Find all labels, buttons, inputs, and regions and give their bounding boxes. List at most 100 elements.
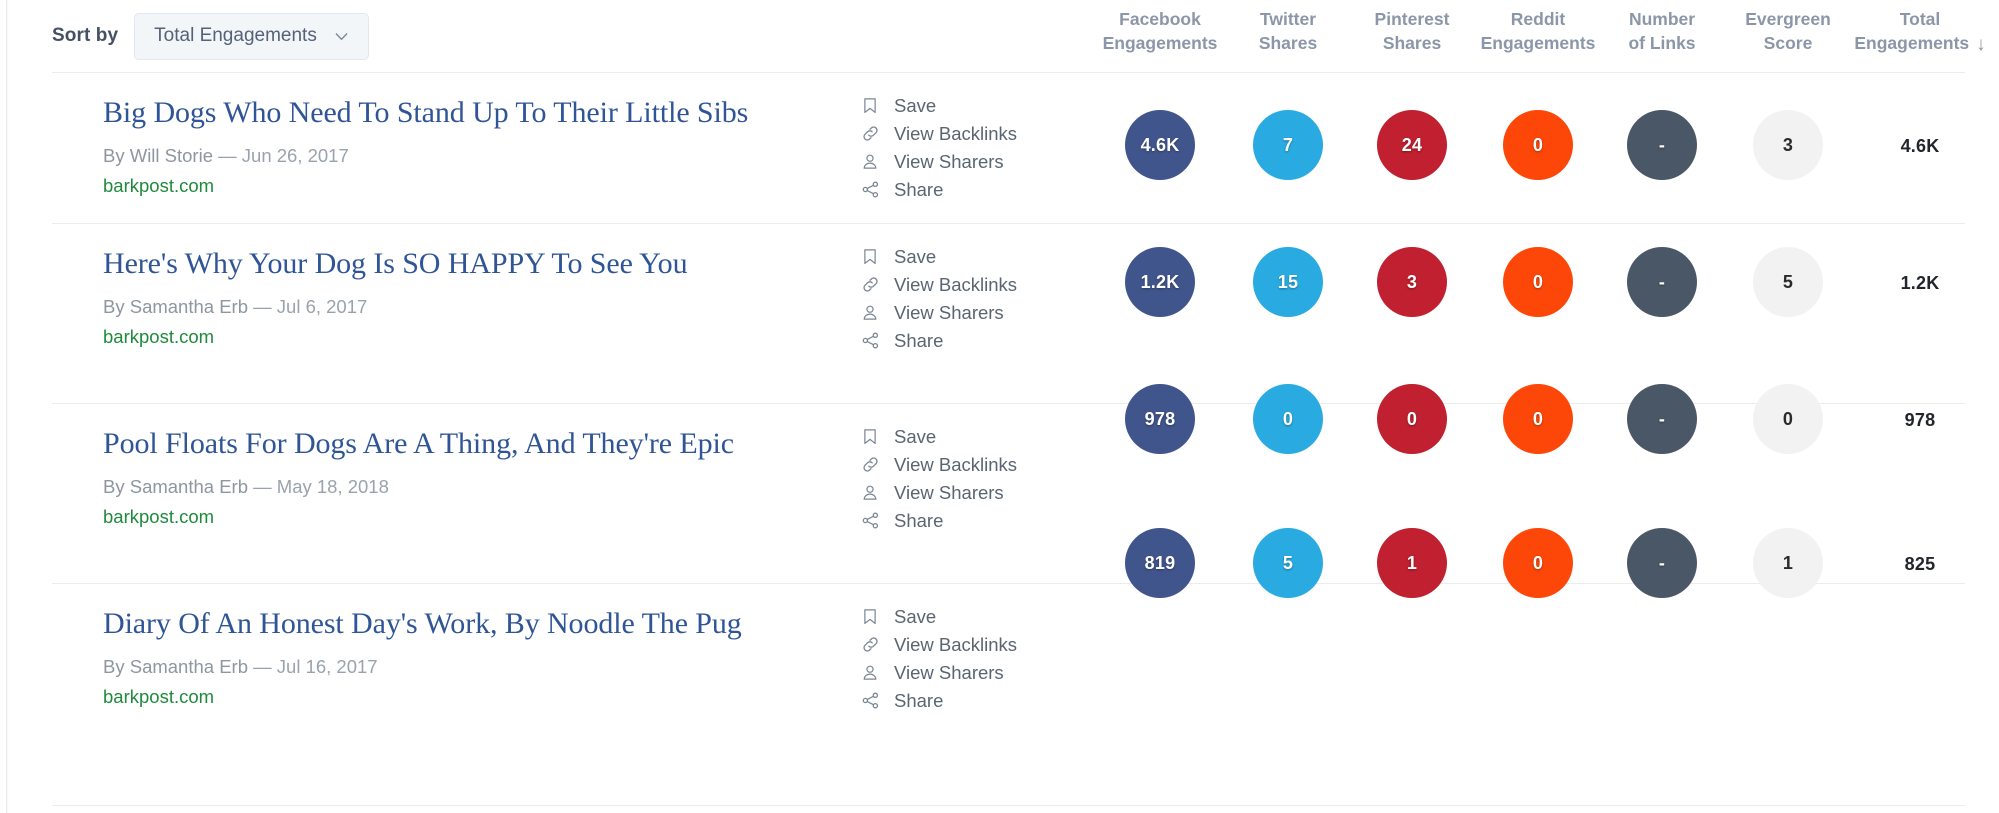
action-label: Save — [894, 245, 937, 267]
metric-links: - — [1627, 384, 1697, 454]
action-view-sharers[interactable]: View Sharers — [861, 301, 1017, 324]
link-icon — [861, 635, 883, 654]
action-label: Share — [894, 509, 944, 531]
column-header-row: Facebook Engagements Twitter Shares Pinteres… — [0, 0, 1999, 72]
action-view-backlinks[interactable]: View Backlinks — [861, 453, 1017, 476]
metric-facebook: 1.2K — [1125, 247, 1195, 317]
metric-pinterest: 24 — [1377, 110, 1447, 180]
byline-separator: — — [248, 476, 277, 497]
article-domain-link[interactable]: barkpost.com — [103, 173, 783, 199]
action-label: Share — [894, 689, 944, 711]
action-label: View Backlinks — [894, 122, 1018, 144]
person-icon — [861, 483, 883, 502]
metric-links: - — [1627, 110, 1697, 180]
row-separator — [52, 805, 1965, 806]
action-view-sharers[interactable]: View Sharers — [861, 661, 1017, 684]
byline-separator: — — [248, 656, 277, 677]
row-action-list: Save View Backlinks View Sharers Share — [861, 605, 1017, 712]
metric-facebook: 4.6K — [1125, 110, 1195, 180]
action-label: Save — [894, 425, 937, 447]
metric-evergreen: 0 — [1753, 384, 1823, 454]
article-title-link[interactable]: Here's Why Your Dog Is SO HAPPY To See Y… — [103, 243, 783, 284]
metric-facebook: 978 — [1125, 384, 1195, 454]
metric-reddit: 0 — [1503, 247, 1573, 317]
result-row: Here's Why Your Dog Is SO HAPPY To See Y… — [0, 223, 1999, 403]
byline-separator: — — [248, 296, 277, 317]
action-view-sharers[interactable]: View Sharers — [861, 150, 1017, 173]
action-view-backlinks[interactable]: View Backlinks — [861, 633, 1017, 656]
metric-total-engagements: 978 — [1904, 410, 1936, 430]
metric-links: - — [1627, 528, 1697, 598]
action-save[interactable]: Save — [861, 425, 1017, 448]
article-info: Pool Floats For Dogs Are A Thing, And Th… — [103, 423, 783, 530]
article-domain-link[interactable]: barkpost.com — [103, 324, 783, 350]
result-row-inner: Big Dogs Who Need To Stand Up To Their L… — [0, 72, 1999, 223]
content-results-panel: Sort by Total Engagements Facebook Engage… — [0, 0, 1999, 813]
action-save[interactable]: Save — [861, 94, 1017, 117]
article-byline: By Will Storie — Jun 26, 2017 — [103, 143, 783, 169]
bookmark-icon — [861, 427, 883, 446]
person-icon — [861, 663, 883, 682]
metric-total-engagements: 825 — [1904, 554, 1936, 574]
action-share[interactable]: Share — [861, 329, 1017, 352]
action-label: View Sharers — [894, 301, 1004, 323]
action-save[interactable]: Save — [861, 605, 1017, 628]
metric-reddit: 0 — [1503, 110, 1573, 180]
metric-twitter: 5 — [1253, 528, 1323, 598]
metric-pinterest: 0 — [1377, 384, 1447, 454]
action-share[interactable]: Share — [861, 689, 1017, 712]
column-header-line1: Total — [1899, 9, 1941, 29]
byline-separator: — — [213, 145, 242, 166]
action-label: View Backlinks — [894, 273, 1018, 295]
article-author: By Will Storie — [103, 145, 213, 166]
bookmark-icon — [861, 607, 883, 626]
article-byline: By Samantha Erb — May 18, 2018 — [103, 474, 783, 500]
action-view-backlinks[interactable]: View Backlinks — [861, 273, 1017, 296]
action-label: View Sharers — [894, 481, 1004, 503]
action-share[interactable]: Share — [861, 178, 1017, 201]
article-domain-link[interactable]: barkpost.com — [103, 504, 783, 530]
metric-twitter: 0 — [1253, 384, 1323, 454]
action-save[interactable]: Save — [861, 245, 1017, 268]
column-header-line2: Engagements ↓ — [1810, 31, 1999, 56]
article-date: May 18, 2018 — [276, 476, 389, 497]
article-info: Diary Of An Honest Day's Work, By Noodle… — [103, 603, 783, 710]
column-header-line2-text: Engagements — [1854, 33, 1970, 53]
bookmark-icon — [861, 96, 883, 115]
action-share[interactable]: Share — [861, 509, 1017, 532]
article-title-link[interactable]: Diary Of An Honest Day's Work, By Noodle… — [103, 603, 783, 644]
article-byline: By Samantha Erb — Jul 16, 2017 — [103, 654, 783, 680]
person-icon — [861, 152, 883, 171]
article-domain-link[interactable]: barkpost.com — [103, 684, 783, 710]
action-label: View Backlinks — [894, 453, 1018, 475]
results-toolbar: Sort by Total Engagements Facebook Engage… — [0, 0, 1999, 72]
article-title-link[interactable]: Big Dogs Who Need To Stand Up To Their L… — [103, 92, 783, 133]
row-action-list: Save View Backlinks View Sharers Share — [861, 425, 1017, 532]
metric-facebook: 819 — [1125, 528, 1195, 598]
metric-evergreen: 3 — [1753, 110, 1823, 180]
article-date: Jul 16, 2017 — [276, 656, 378, 677]
action-view-backlinks[interactable]: View Backlinks — [861, 122, 1017, 145]
row-action-list: Save View Backlinks View Sharers Share — [861, 245, 1017, 352]
result-row-inner: Pool Floats For Dogs Are A Thing, And Th… — [0, 384, 1999, 583]
result-row: Pool Floats For Dogs Are A Thing, And Th… — [0, 384, 1999, 583]
share-icon — [861, 691, 883, 710]
article-author: By Samantha Erb — [103, 656, 248, 677]
article-author: By Samantha Erb — [103, 476, 248, 497]
share-icon — [861, 331, 883, 350]
column-header-total[interactable]: Total Engagements ↓ — [1810, 7, 1999, 56]
metric-pinterest: 3 — [1377, 247, 1447, 317]
metric-reddit: 0 — [1503, 384, 1573, 454]
result-row: Diary Of An Honest Day's Work, By Noodle… — [0, 528, 1999, 805]
result-row-inner: Here's Why Your Dog Is SO HAPPY To See Y… — [0, 223, 1999, 403]
share-icon — [861, 511, 883, 530]
action-label: View Sharers — [894, 150, 1004, 172]
metric-twitter: 15 — [1253, 247, 1323, 317]
action-view-sharers[interactable]: View Sharers — [861, 481, 1017, 504]
action-label: Save — [894, 94, 937, 116]
article-title-link[interactable]: Pool Floats For Dogs Are A Thing, And Th… — [103, 423, 783, 464]
article-author: By Samantha Erb — [103, 296, 248, 317]
metric-evergreen: 5 — [1753, 247, 1823, 317]
metric-evergreen: 1 — [1753, 528, 1823, 598]
person-icon — [861, 303, 883, 322]
